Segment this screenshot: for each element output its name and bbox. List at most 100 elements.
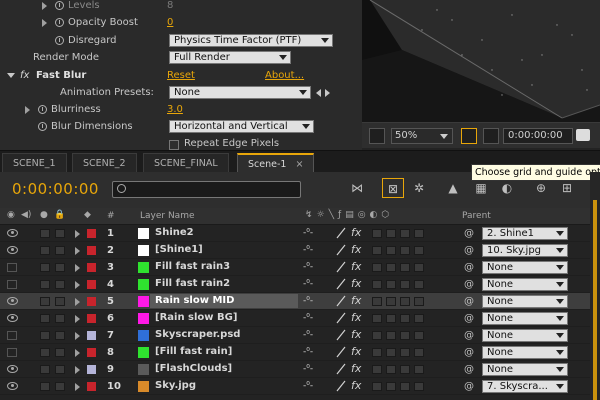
pick-whip-icon[interactable]: @: [464, 381, 474, 392]
repeat-edge-checkbox[interactable]: [169, 140, 179, 150]
camera-snapshot-icon[interactable]: [576, 129, 590, 141]
animation-presets-dropdown[interactable]: None: [169, 86, 311, 99]
quality-slash-icon[interactable]: [336, 363, 346, 375]
expand-triangle-icon[interactable]: [75, 281, 80, 289]
video-visibility-icon[interactable]: [7, 365, 18, 373]
solo-icon[interactable]: ●: [40, 210, 48, 220]
adjustment-layer-toggle[interactable]: [400, 365, 410, 374]
solo-toggle[interactable]: [40, 348, 50, 357]
solo-toggle[interactable]: [40, 331, 50, 340]
brainstorm-icon[interactable]: ◐: [496, 178, 518, 198]
label-color-swatch[interactable]: [87, 348, 96, 357]
motion-blur-icon[interactable]: ▦: [470, 178, 492, 198]
layer-row[interactable]: 1 Shine2 -⁰- fx @2. Shine1: [0, 225, 590, 242]
adjustment-layer-toggle[interactable]: [400, 314, 410, 323]
video-visibility-icon[interactable]: [7, 314, 18, 322]
parent-dropdown[interactable]: None: [482, 278, 568, 291]
layer-row[interactable]: 9 [FlashClouds] -⁰- fx @ None: [0, 361, 590, 378]
solo-toggle[interactable]: [40, 229, 50, 238]
layer-name[interactable]: [Shine1]: [155, 244, 203, 255]
close-icon[interactable]: ×: [295, 159, 303, 170]
quality-slash-icon[interactable]: [336, 244, 346, 256]
solo-toggle[interactable]: [40, 263, 50, 272]
layer-name[interactable]: [Rain slow BG]: [155, 312, 237, 323]
video-visibility-toggle[interactable]: [7, 331, 17, 340]
shy-switch-icon[interactable]: -⁰-: [303, 296, 313, 306]
video-visibility-toggle[interactable]: [7, 348, 17, 357]
composition-mini-flowchart-icon[interactable]: ⋈: [346, 178, 368, 198]
video-visibility-icon[interactable]: [7, 229, 18, 237]
solo-toggle[interactable]: [40, 382, 50, 391]
opacity-boost-value[interactable]: 0: [167, 17, 173, 28]
audio-icon[interactable]: ◀): [21, 210, 31, 220]
lock-toggle[interactable]: [55, 382, 65, 391]
tab-scene-1[interactable]: SCENE_1: [2, 153, 67, 173]
adjustment-layer-toggle[interactable]: [400, 263, 410, 272]
parent-dropdown[interactable]: 7. Skyscra...: [482, 380, 568, 393]
frame-blend-toggle[interactable]: [372, 263, 382, 272]
region-of-interest-icon[interactable]: [369, 128, 385, 144]
video-visibility-icon[interactable]: [7, 382, 18, 390]
fx-switch-icon[interactable]: fx: [351, 277, 361, 290]
layer-row[interactable]: 4 Fill fast rain2 -⁰- fx @ None: [0, 276, 590, 293]
parent-dropdown[interactable]: None: [482, 363, 568, 376]
motion-blur-toggle[interactable]: [386, 229, 396, 238]
shy-switch-icon[interactable]: -⁰-: [303, 245, 313, 255]
layer-name[interactable]: [Fill fast rain]: [155, 346, 232, 357]
fx-switch-icon[interactable]: fx: [351, 345, 361, 358]
next-preset-icon[interactable]: [325, 89, 330, 97]
layer-name[interactable]: Skyscraper.psd: [155, 329, 240, 340]
layer-search-input[interactable]: [112, 181, 301, 198]
video-visibility-toggle[interactable]: [7, 263, 17, 272]
3d-layer-toggle[interactable]: [414, 348, 424, 357]
pick-whip-icon[interactable]: @: [464, 245, 474, 256]
fx-switch-icon[interactable]: fx: [351, 243, 361, 256]
quality-slash-icon[interactable]: [336, 227, 346, 239]
blurriness-value[interactable]: 3.0: [167, 104, 183, 115]
lock-toggle[interactable]: [55, 297, 65, 306]
tab-scene-1-active[interactable]: Scene-1 ×: [237, 153, 315, 173]
tab-scene-2[interactable]: SCENE_2: [72, 153, 137, 173]
previous-preset-icon[interactable]: [316, 89, 321, 97]
label-tag-icon[interactable]: ◆: [84, 210, 91, 220]
layer-row[interactable]: 6 [Rain slow BG] -⁰- fx @ None: [0, 310, 590, 327]
stopwatch-icon[interactable]: [55, 36, 64, 45]
graph-editor-icon[interactable]: ⊞: [556, 178, 578, 198]
shy-switch-icon[interactable]: -⁰-: [303, 347, 313, 357]
label-color-swatch[interactable]: [87, 263, 96, 272]
expand-triangle-icon[interactable]: [75, 230, 80, 238]
video-visibility-icon[interactable]: [7, 246, 18, 254]
lock-toggle[interactable]: [55, 263, 65, 272]
adjustment-layer-toggle[interactable]: [400, 280, 410, 289]
pick-whip-icon[interactable]: @: [464, 313, 474, 324]
label-color-swatch[interactable]: [87, 280, 96, 289]
label-color-swatch[interactable]: [87, 331, 96, 340]
expand-triangle-icon[interactable]: [75, 247, 80, 255]
frame-blend-toggle[interactable]: [372, 382, 382, 391]
stopwatch-icon[interactable]: [55, 18, 64, 27]
shy-switch-icon[interactable]: -⁰-: [303, 313, 313, 323]
layer-row[interactable]: 7 Skyscraper.psd -⁰- fx @ None: [0, 327, 590, 344]
expand-triangle-icon[interactable]: [42, 1, 47, 10]
viewer-timecode[interactable]: 0:00:00:00: [503, 128, 573, 144]
expand-triangle-icon[interactable]: [75, 332, 80, 340]
3d-layer-toggle[interactable]: [414, 365, 424, 374]
parent-dropdown[interactable]: None: [482, 329, 568, 342]
stopwatch-icon[interactable]: [38, 122, 47, 131]
fx-switch-icon[interactable]: fx: [351, 379, 361, 392]
fx-switch-icon[interactable]: fx: [351, 311, 361, 324]
frame-blend-toggle[interactable]: [372, 365, 382, 374]
parent-dropdown[interactable]: None: [482, 312, 568, 325]
quality-slash-icon[interactable]: [336, 346, 346, 358]
3d-layer-toggle[interactable]: [414, 382, 424, 391]
expand-triangle-icon[interactable]: [75, 349, 80, 357]
stopwatch-icon[interactable]: [38, 105, 47, 114]
current-time-indicator[interactable]: [593, 200, 597, 400]
expand-triangle-icon[interactable]: [75, 383, 80, 391]
parent-dropdown[interactable]: 2. Shine1: [482, 227, 568, 240]
layer-name[interactable]: Fill fast rain3: [155, 261, 230, 272]
solo-toggle[interactable]: [40, 314, 50, 323]
label-color-swatch[interactable]: [87, 382, 96, 391]
parent-dropdown[interactable]: None: [482, 261, 568, 274]
pick-whip-icon[interactable]: @: [464, 364, 474, 375]
